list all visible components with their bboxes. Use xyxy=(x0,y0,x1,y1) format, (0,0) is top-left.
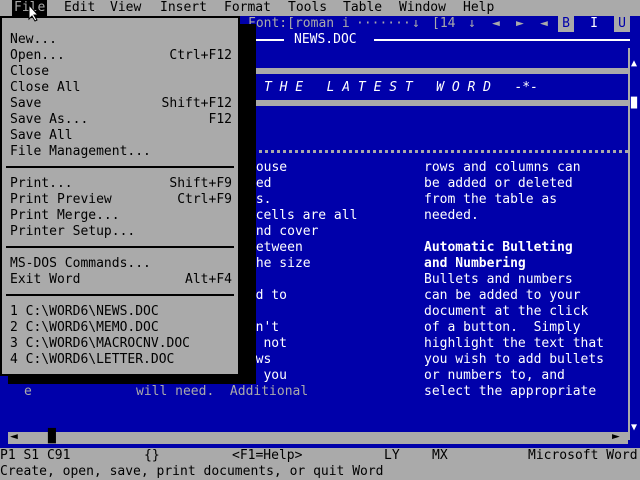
left-col-line: will need. Additional xyxy=(136,384,309,399)
menu-item-print-preview[interactable]: Print Preview Ctrl+F9 xyxy=(10,192,232,208)
size-dropdown-icon[interactable]: ↓ xyxy=(468,16,476,32)
size-selector[interactable]: [14 xyxy=(432,16,455,32)
menu-window[interactable]: Window xyxy=(397,0,448,16)
underline-button[interactable]: U xyxy=(614,16,630,32)
banner-text: T H E L A T E S T W O R D -*- xyxy=(264,80,538,95)
left-col-line: between xyxy=(248,240,303,255)
help-hint[interactable]: <F1=Help> xyxy=(232,448,302,464)
file-menu: New... Open... Ctrl+F12 Close Close All S… xyxy=(0,16,240,376)
right-col-line: highlight the text that xyxy=(424,336,605,351)
status-bar: P1 S1 C91 {} <F1=Help> LY MX Microsoft W… xyxy=(0,448,640,464)
left-col-line: The size xyxy=(248,256,311,271)
right-col-line: from the table as xyxy=(424,192,558,207)
bold-button[interactable]: B xyxy=(558,16,574,32)
scroll-right-icon[interactable]: ► xyxy=(612,429,620,445)
document-title: NEWS.DOC xyxy=(288,32,363,48)
menu-item-printer-setup[interactable]: Printer Setup... xyxy=(10,224,232,240)
left-col-line: e cells are all xyxy=(240,208,358,223)
scroll-left-icon[interactable]: ◄ xyxy=(10,429,18,445)
right-col-line: rows and columns can xyxy=(424,160,581,175)
italic-button[interactable]: I xyxy=(586,16,602,32)
ribbon: Font:[roman i ······· ↓ [14 ↓ ◄ ► ◄ B I … xyxy=(240,16,640,32)
right-col-line: needed. xyxy=(424,208,479,223)
right-col-line: can be added to your xyxy=(424,288,581,303)
right-col-line: of a button. Simply xyxy=(424,320,581,335)
menu-item-msdos-commands[interactable]: MS-DOS Commands... xyxy=(10,256,232,272)
status-ly: LY xyxy=(384,448,400,463)
menu-separator xyxy=(6,246,234,248)
menu-item-save-as[interactable]: Save As... F12 xyxy=(10,112,232,128)
horizontal-scrollbar[interactable]: ◄ █ ► xyxy=(8,429,628,445)
menu-item-open[interactable]: Open... Ctrl+F12 xyxy=(10,48,232,64)
menu-item-print[interactable]: Print... Shift+F9 xyxy=(10,176,232,192)
menu-item-recent-file[interactable]: 3 C:\WORD6\MACROCNV.DOC xyxy=(10,336,232,352)
menu-table[interactable]: Table xyxy=(341,0,384,16)
menu-item-close-all[interactable]: Close All xyxy=(10,80,232,96)
menu-separator xyxy=(6,166,234,168)
font-dots: ······· xyxy=(356,16,411,31)
menu-bar: File Edit View Insert Format Tools Table… xyxy=(0,0,640,16)
file-menu-shadow xyxy=(240,24,256,376)
right-col-line: document at the click xyxy=(424,304,589,319)
banner-bottom-rule xyxy=(240,100,628,106)
menu-item-recent-file[interactable]: 4 C:\WORD6\LETTER.DOC xyxy=(10,352,232,368)
status-mx: MX xyxy=(432,448,448,463)
app-name: Microsoft Word xyxy=(528,448,638,463)
title-bar-line-right xyxy=(374,39,630,41)
menu-insert[interactable]: Insert xyxy=(158,0,209,16)
right-col-line: or numbers to, and xyxy=(424,368,565,383)
menu-help[interactable]: Help xyxy=(461,0,496,16)
arrow-left-icon-2[interactable]: ◄ xyxy=(540,16,548,32)
left-col-fragment: e xyxy=(24,384,32,399)
menu-item-file-management[interactable]: File Management... xyxy=(10,144,232,160)
cursor-position: P1 S1 C91 xyxy=(0,448,71,463)
menu-item-new[interactable]: New... xyxy=(10,32,232,48)
help-line: Create, open, save, print documents, or … xyxy=(0,464,640,480)
right-col-line: Bullets and numbers xyxy=(424,272,573,287)
menu-item-close[interactable]: Close xyxy=(10,64,232,80)
menu-item-save-all[interactable]: Save All xyxy=(10,128,232,144)
font-dropdown-icon[interactable]: ↓ xyxy=(412,16,420,32)
menu-item-recent-file[interactable]: 2 C:\WORD6\MEMO.DOC xyxy=(10,320,232,336)
menu-item-print-merge[interactable]: Print Merge... xyxy=(10,208,232,224)
menu-view[interactable]: View xyxy=(108,0,143,16)
menu-item-recent-file[interactable]: 1 C:\WORD6\NEWS.DOC xyxy=(10,304,232,320)
right-col-line: select the appropriate xyxy=(424,384,597,399)
menu-edit[interactable]: Edit xyxy=(62,0,97,16)
menu-format[interactable]: Format xyxy=(222,0,273,16)
right-col-heading: Automatic Bulleting xyxy=(424,240,573,255)
status-braces: {} xyxy=(144,448,160,463)
right-col-line: you wish to add bullets xyxy=(424,352,605,367)
banner-top-rule xyxy=(240,68,628,74)
file-menu-shadow-bottom xyxy=(8,376,256,384)
scroll-thumb-icon[interactable]: █ xyxy=(631,96,637,112)
arrow-left-icon[interactable]: ◄ xyxy=(492,16,500,32)
menu-item-exit-word[interactable]: Exit Word Alt+F4 xyxy=(10,272,232,288)
mouse-cursor-icon xyxy=(28,4,40,22)
left-col-line: and cover xyxy=(248,224,319,239)
right-col-line: be added or deleted xyxy=(424,176,573,191)
title-bar-line-left xyxy=(256,39,284,41)
arrow-right-icon[interactable]: ► xyxy=(516,16,524,32)
hscroll-thumb-icon[interactable]: █ xyxy=(48,429,56,445)
font-selector[interactable]: Font:[roman i xyxy=(248,16,350,32)
vertical-scrollbar[interactable]: ▲ █ ▼ xyxy=(628,48,640,440)
menu-tools[interactable]: Tools xyxy=(286,0,329,16)
menu-separator xyxy=(6,294,234,296)
help-line-text: Create, open, save, print documents, or … xyxy=(0,464,384,479)
menu-item-save[interactable]: Save Shift+F12 xyxy=(10,96,232,112)
scroll-up-icon[interactable]: ▲ xyxy=(631,56,637,72)
dotted-divider xyxy=(240,150,628,153)
right-col-heading: and Numbering xyxy=(424,256,526,271)
scroll-down-icon[interactable]: ▼ xyxy=(631,420,637,436)
